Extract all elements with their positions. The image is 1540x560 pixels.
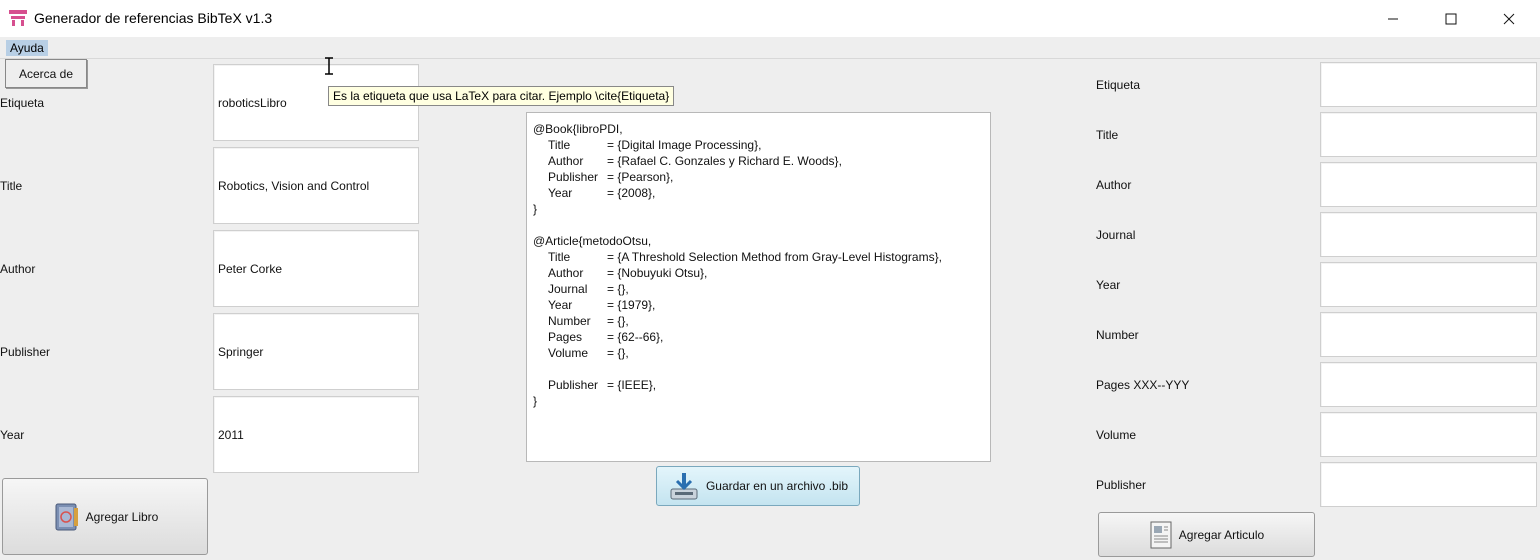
article-etiqueta-label: Etiqueta [1096,78,1141,92]
book-icon [55,503,78,530]
book-title-input[interactable]: Robotics, Vision and Control [213,147,419,224]
book-author-input[interactable]: Peter Corke [213,230,419,307]
bib-line: Volume = {}, [548,346,629,360]
bib-line: @Article{metodoOtsu, [533,234,652,248]
book-publisher-label: Publisher [0,345,51,359]
add-book-label: Agregar Libro [85,509,159,524]
article-pages-label: Pages XXX--YYY [1096,378,1190,392]
save-bib-button[interactable]: Guardar en un archivo .bib [656,466,860,506]
article-etiqueta-input[interactable] [1320,62,1537,107]
article-pages-input[interactable] [1320,362,1537,407]
bib-line: Number = {}, [548,314,629,328]
book-year-input[interactable]: 2011 [213,396,419,473]
article-author-label: Author [1096,178,1132,192]
article-document-icon [1150,521,1172,548]
book-author-label: Author [0,262,36,276]
bib-line: Author = {Rafael C. Gonzales y Richard E.… [548,154,842,168]
window-title: Generador de referencias BibTeX v1.3 [34,10,273,26]
bib-line [533,361,984,377]
maximize-icon [1445,13,1457,24]
article-volume-input[interactable] [1320,412,1537,457]
add-article-button[interactable]: Agregar Articulo [1098,512,1315,557]
article-number-label: Number [1096,328,1139,342]
article-year-label: Year [1096,278,1121,292]
book-title-label: Title [0,179,23,193]
article-publisher-input[interactable] [1320,462,1537,507]
bib-line: } [533,202,538,216]
article-number-input[interactable] [1320,312,1537,357]
article-title-label: Title [1096,128,1119,142]
article-journal-input[interactable] [1320,212,1537,257]
bib-line: Title = {Digital Image Processing}, [548,138,762,152]
text-cursor-icon [325,57,333,75]
etiqueta-tooltip: Es la etiqueta que usa LaTeX para citar.… [328,86,675,106]
book-publisher-input[interactable]: Springer [213,313,419,390]
minimize-icon [1388,18,1398,19]
bib-line: Year = {2008}, [548,186,656,200]
article-publisher-label: Publisher [1096,478,1147,492]
bib-line: Year = {1979}, [548,298,656,312]
bib-line: Title = {A Threshold Selection Method fro… [548,250,942,264]
bib-line: } [533,394,538,408]
bib-line: Pages = {62--66}, [548,330,664,344]
article-year-input[interactable] [1320,262,1537,307]
bib-line [533,217,984,233]
bib-line: Publisher = {Pearson}, [548,170,674,184]
bibtex-output-textarea[interactable]: @Book{libroPDI, Title = {Digital Image Pr… [526,112,991,462]
article-journal-label: Journal [1096,228,1136,242]
menu-item-acerca-de[interactable]: Acerca de [5,59,87,88]
save-bib-label: Guardar en un archivo .bib [705,479,849,493]
bib-line: Journal = {}, [548,282,629,296]
save-download-icon [670,473,698,500]
title-bar: Generador de referencias BibTeX v1.3 [0,0,1540,37]
book-etiqueta-label: Etiqueta [0,96,45,110]
bib-line: @Book{libroPDI, [533,122,623,136]
add-book-button[interactable]: Agregar Libro [2,478,208,555]
add-article-label: Agregar Articulo [1178,527,1265,542]
minimize-button[interactable] [1364,0,1422,37]
article-author-input[interactable] [1320,162,1537,207]
menu-ayuda[interactable]: Ayuda [6,40,48,56]
article-volume-label: Volume [1096,428,1137,442]
book-year-label: Year [0,428,25,442]
close-button[interactable] [1480,0,1538,37]
maximize-button[interactable] [1422,0,1480,37]
article-title-input[interactable] [1320,112,1537,157]
close-icon [1503,13,1515,24]
bib-line: Publisher = {IEEE}, [548,378,657,392]
menu-bar: Ayuda [0,37,1540,59]
bib-line: Author = {Nobuyuki Otsu}, [548,266,708,280]
java-app-icon [9,10,27,26]
